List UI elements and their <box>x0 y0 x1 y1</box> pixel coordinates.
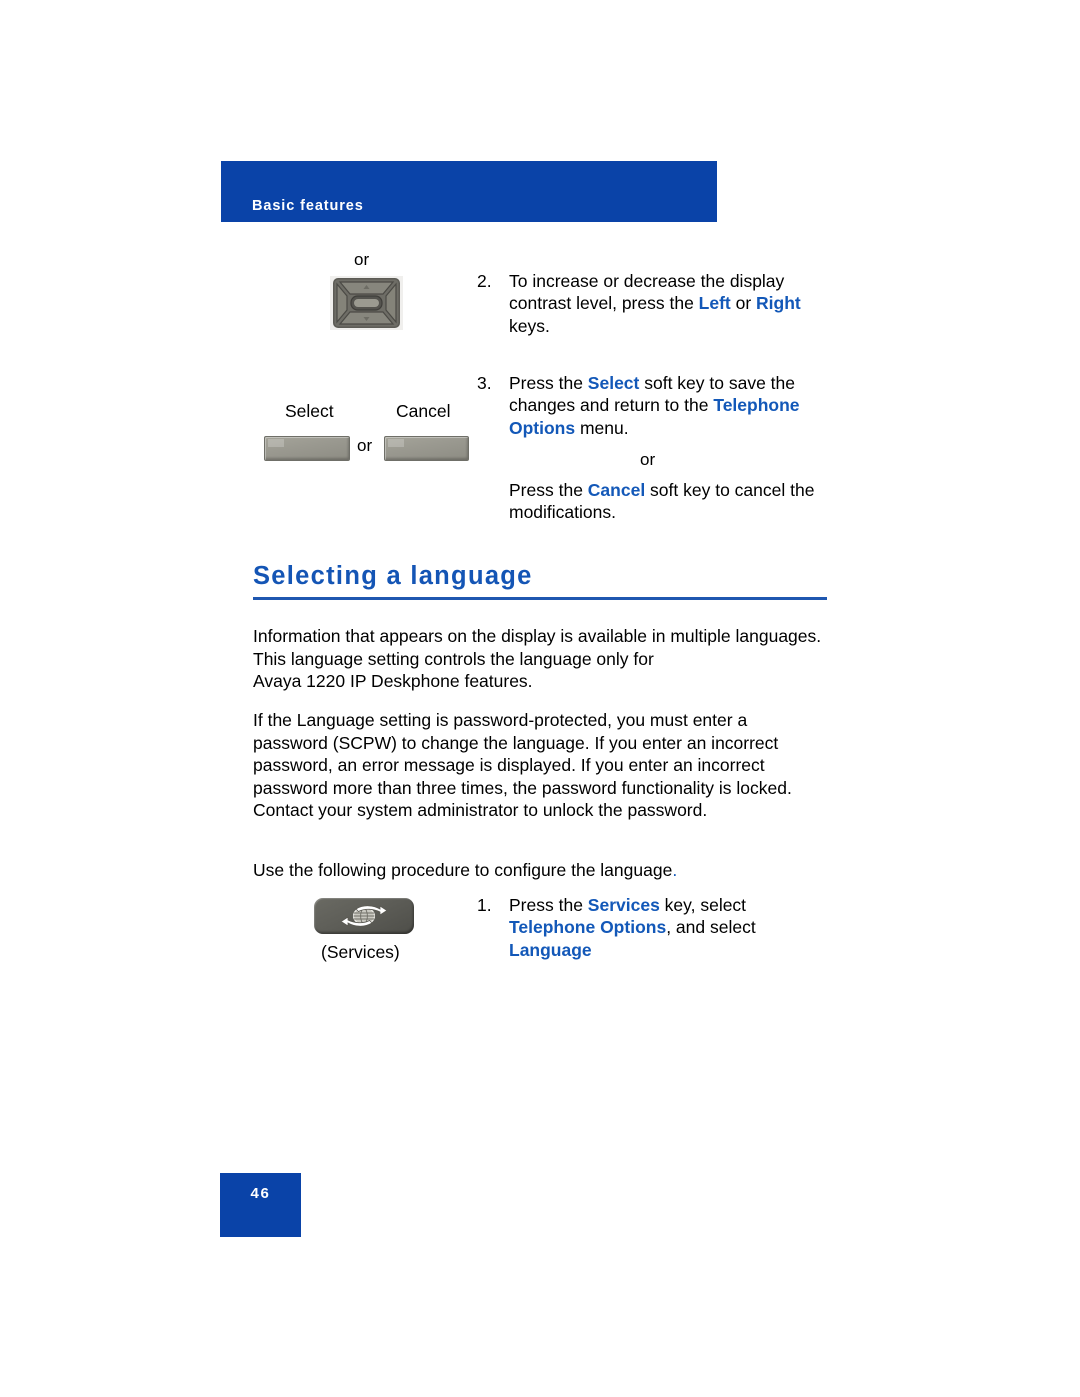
paragraph-2: If the Language setting is password-prot… <box>253 710 792 821</box>
cancel-keyword: Cancel <box>587 480 646 500</box>
step-3-telephone-keyword: Telephone <box>713 395 800 416</box>
page-number-box: 46 <box>220 1173 301 1237</box>
paragraph-3: Use the following procedure to configure… <box>253 836 833 881</box>
services-key-label: (Services) <box>321 942 400 962</box>
step-2-text: To increase or decrease the display cont… <box>509 270 801 337</box>
page-number: 46 <box>250 1185 271 1202</box>
navigation-cluster-key-icon <box>330 276 403 330</box>
cancel-softkey-image <box>384 436 469 461</box>
step-3-select-keyword: Select <box>587 373 640 393</box>
select-softkey-image <box>264 436 350 461</box>
cancel-instruction: Press the Cancel soft key to cancel the … <box>509 479 839 524</box>
cancel-line-2: modifications. <box>509 502 616 523</box>
step-1-line-1-prefix: Press the <box>509 895 588 915</box>
step-3-number: 3. <box>477 373 492 393</box>
step-3-line-2-prefix: changes and return to the <box>509 395 714 416</box>
step-1-line-2-suffix: , and select <box>666 917 756 938</box>
step-1-language-keyword: Language <box>509 939 592 960</box>
paragraph-1: Information that appears on the display … <box>253 626 822 692</box>
step-2-right-keyword: Right <box>756 293 801 314</box>
step-3-line-1-suffix: soft key to save the <box>639 373 795 393</box>
step-2-line-3: keys. <box>509 315 550 336</box>
step-2-left-keyword: Left <box>698 293 731 314</box>
step-1-line-1-suffix: key, select <box>659 895 747 915</box>
step-1-text: Press the Services key, select Telephone… <box>509 894 756 961</box>
select-softkey-label: Select <box>285 401 334 421</box>
running-header-title: Basic features <box>252 198 364 214</box>
step-2: 2. To increase or decrease the display c… <box>477 270 822 337</box>
section-heading: Selecting a language <box>253 562 533 590</box>
step-2-line-2-prefix: contrast level, press the <box>509 293 699 314</box>
step-3-text: Press the Select soft key to save the ch… <box>509 372 800 439</box>
or-connector-above-navkey: or <box>354 250 370 269</box>
cancel-instruction-text: Press the Cancel soft key to cancel the … <box>509 479 814 524</box>
step-3-line-1-prefix: Press the <box>509 373 588 393</box>
step-3-options-keyword: Options <box>509 417 576 438</box>
step-3: 3. Press the Select soft key to save the… <box>477 372 822 439</box>
step-1-services-keyword: Services <box>587 895 660 915</box>
cancel-line-1-prefix: Press the <box>509 480 588 500</box>
cancel-softkey-label: Cancel <box>396 401 451 421</box>
section-heading-rule <box>253 597 827 600</box>
or-connector-between-softkeys: or <box>357 436 373 455</box>
step-2-number: 2. <box>477 271 492 291</box>
step-3-line-3-suffix: menu. <box>575 417 629 438</box>
step-2-line-1: To increase or decrease the display <box>509 271 785 291</box>
navigation-cluster-key-image <box>330 276 403 330</box>
or-connector-between-steps: or <box>640 450 656 469</box>
step-1-number: 1. <box>477 895 492 915</box>
globe-with-arrows-icon <box>340 905 388 927</box>
paragraph-3-text: Use the following procedure to configure… <box>253 859 673 880</box>
step-1: 1. Press the Services key, select Teleph… <box>477 894 822 961</box>
step-2-line-2-conj: or <box>730 293 757 314</box>
paragraph-3-period: . <box>672 859 678 880</box>
step-1-telephone-options-keyword: Telephone Options <box>509 917 667 938</box>
services-key-image <box>314 898 414 934</box>
running-header-band: Basic features <box>221 161 717 222</box>
cancel-line-1-suffix: soft key to cancel the <box>645 480 815 500</box>
